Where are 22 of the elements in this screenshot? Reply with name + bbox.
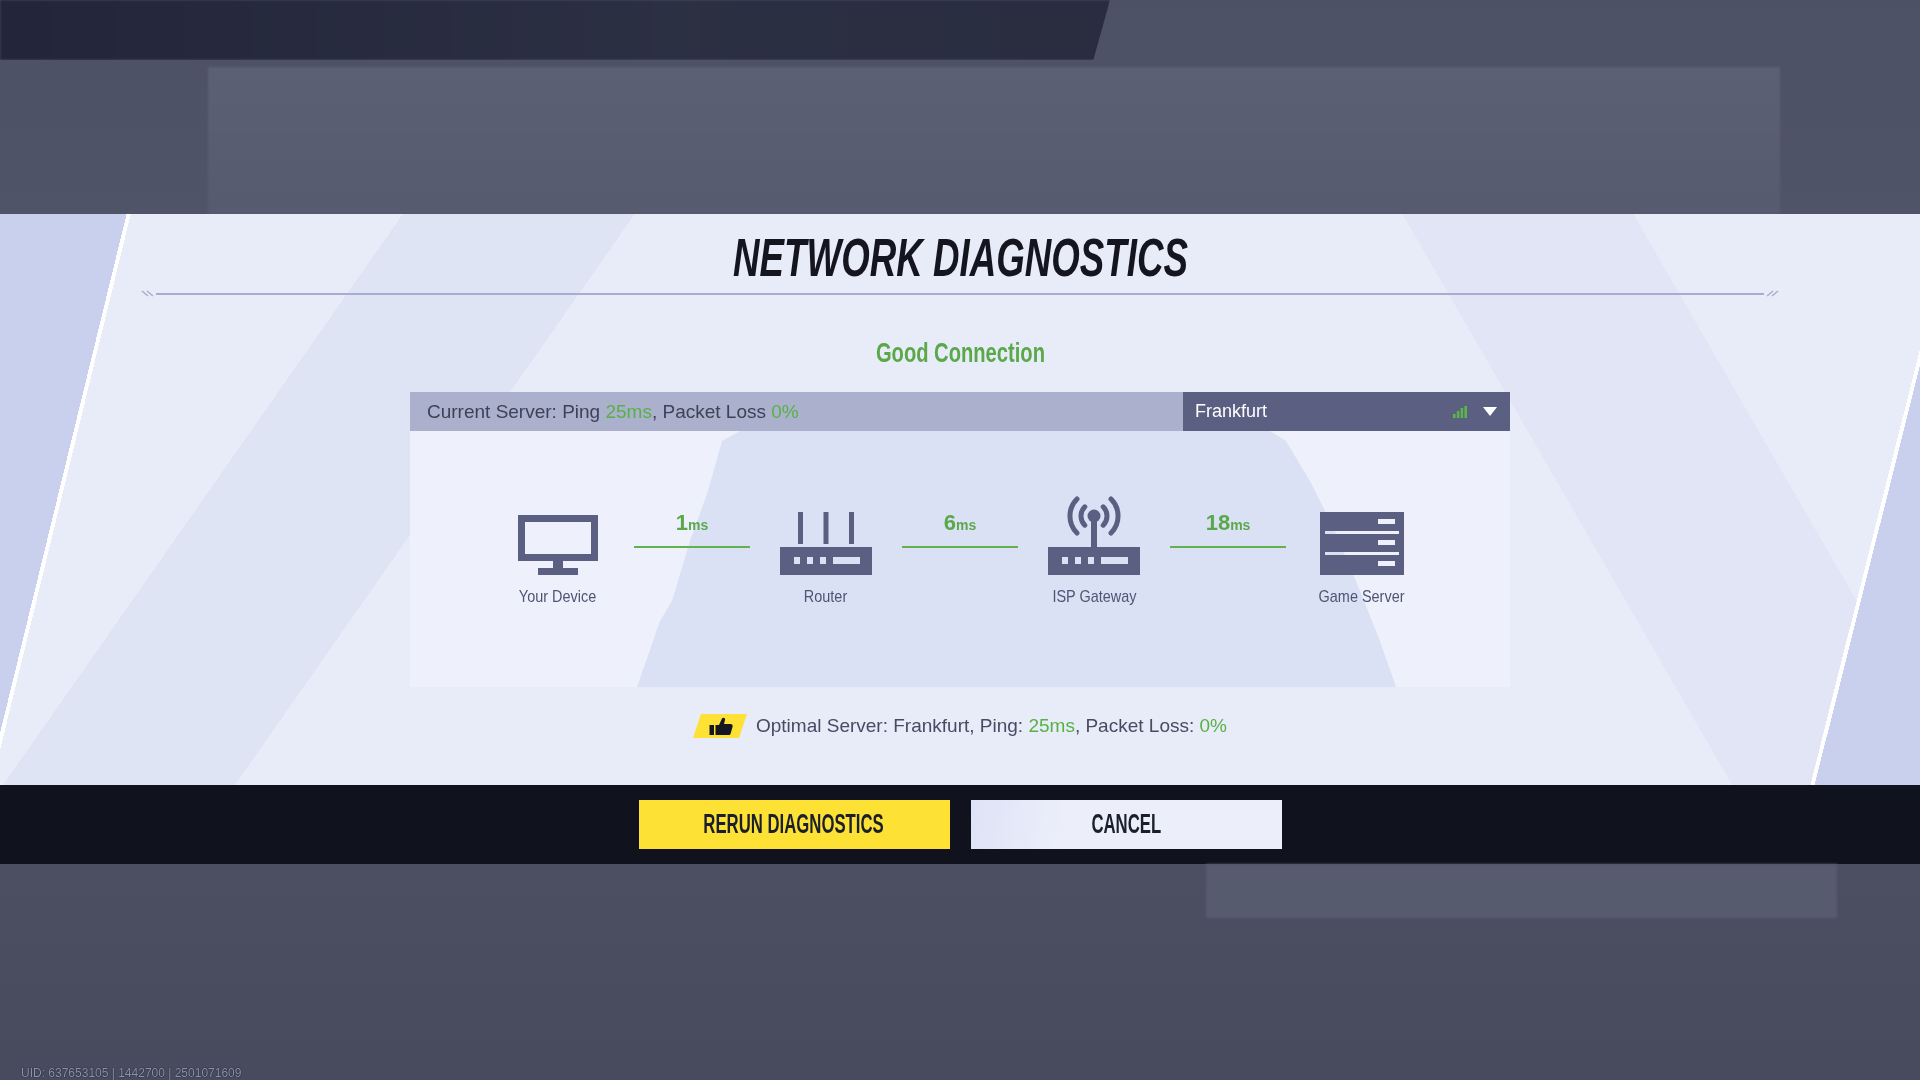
dialog-title: NETWORK DIAGNOSTICS: [732, 228, 1188, 286]
uid-text: UID: 637653105 | 1442700 | 2501071609: [20, 1066, 242, 1080]
latency-label: 1ms: [675, 510, 709, 537]
rerun-button[interactable]: RERUN DIAGNOSTICS: [638, 800, 950, 849]
node-label: Router: [804, 587, 848, 607]
signal-bars-icon: [1453, 405, 1467, 418]
thumbs-up-icon: [693, 714, 747, 738]
optimal-server-text: Optimal Server: Frankfurt, Ping: 25ms, Packet Loss: 0%: [756, 714, 1227, 738]
node-label: Game Server: [1319, 587, 1405, 607]
current-server-info: Current Server: Ping 25ms, Packet Loss 0%: [410, 392, 1183, 431]
node-label: Your Device: [519, 587, 597, 607]
wireless-gateway-icon: [1048, 494, 1140, 575]
cancel-button[interactable]: CANCEL: [970, 800, 1282, 849]
latency-label: 6ms: [943, 510, 977, 537]
caret-icon: [1483, 407, 1497, 416]
connection-status: Good Connection: [875, 338, 1045, 368]
latency-label: 18ms: [1205, 510, 1251, 537]
monitor-icon: [518, 515, 598, 575]
server-dropdown[interactable]: Frankfurt: [1183, 392, 1510, 431]
router-icon: [780, 512, 872, 575]
node-label: ISP Gateway: [1051, 587, 1137, 607]
server-rack-icon: [1320, 512, 1404, 575]
